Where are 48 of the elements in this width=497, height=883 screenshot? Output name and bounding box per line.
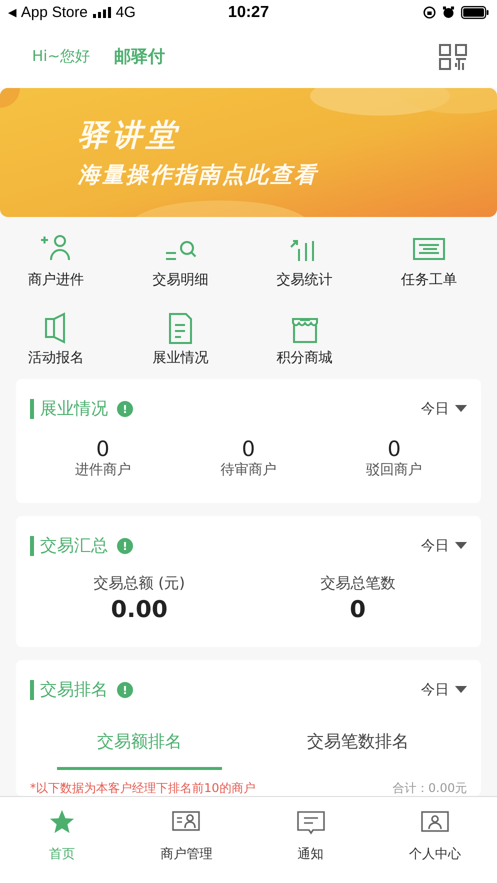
note-text: *以下数据为本客户经理下排名前10的商户 [30, 780, 256, 796]
caret-icon [455, 542, 467, 550]
section-title: 展业情况 [30, 399, 108, 419]
network-label: 4G [116, 4, 136, 22]
banner-title: 驿讲堂 [78, 116, 181, 155]
ranking-tab[interactable]: 交易笔数排名 [266, 722, 449, 770]
message-icon [296, 809, 325, 835]
tab-bar-item[interactable]: 个人中心 [372, 797, 497, 883]
stat-label: 待审商户 [220, 461, 276, 479]
stat-label: 交易总笔数 [320, 574, 396, 593]
caret-icon [455, 405, 467, 413]
stat-value: 0 [96, 437, 110, 461]
section-title: 交易排名 [30, 680, 108, 700]
clock: 10:27 [228, 4, 269, 22]
tab-bar-item[interactable]: 商户管理 [124, 797, 248, 883]
carrier-label: App Store [21, 4, 88, 22]
stat-label: 进件商户 [74, 461, 131, 479]
stat-label: 驳回商户 [366, 461, 422, 479]
stat-value: 0 [242, 437, 256, 461]
period-dropdown[interactable]: 今日 [421, 400, 467, 418]
profile-icon [420, 809, 449, 835]
period-dropdown[interactable]: 今日 [421, 681, 467, 699]
qr-code-icon[interactable] [439, 44, 467, 70]
total-text: 合计：0.00元 [392, 780, 467, 796]
back-indicator[interactable]: ◀ [8, 6, 16, 20]
period-dropdown[interactable]: 今日 [421, 537, 467, 555]
shortcut-item[interactable]: 商户进件 [11, 233, 102, 289]
signal-icon [92, 7, 111, 18]
shortcut-item[interactable]: 活动报名 [11, 311, 102, 367]
shortcut-item[interactable]: 交易明细 [135, 233, 226, 289]
stat-value: 0 [350, 597, 366, 623]
shortcut-item[interactable]: 积分商城 [260, 311, 350, 367]
alarm-icon [442, 6, 455, 20]
rotation-lock-icon [423, 6, 436, 20]
section-title: 交易汇总 [30, 536, 108, 556]
tab-bar-item[interactable]: 通知 [248, 797, 373, 883]
shortcut-item[interactable]: 任务工单 [384, 233, 474, 289]
stat-value: 0.00 [110, 597, 168, 623]
shortcut-item[interactable]: 展业情况 [135, 311, 226, 367]
shortcut-item[interactable]: 交易统计 [260, 233, 350, 289]
greeting-text: Hi~您好 [32, 47, 90, 66]
stat-value: 0 [387, 437, 401, 461]
star-icon [48, 809, 76, 835]
battery-icon [461, 6, 489, 20]
caret-icon [455, 686, 467, 694]
app-title: 邮驿付 [114, 46, 166, 68]
banner-subtitle: 海量操作指南点此查看 [78, 162, 318, 190]
stat-label: 交易总额 (元) [94, 574, 185, 593]
